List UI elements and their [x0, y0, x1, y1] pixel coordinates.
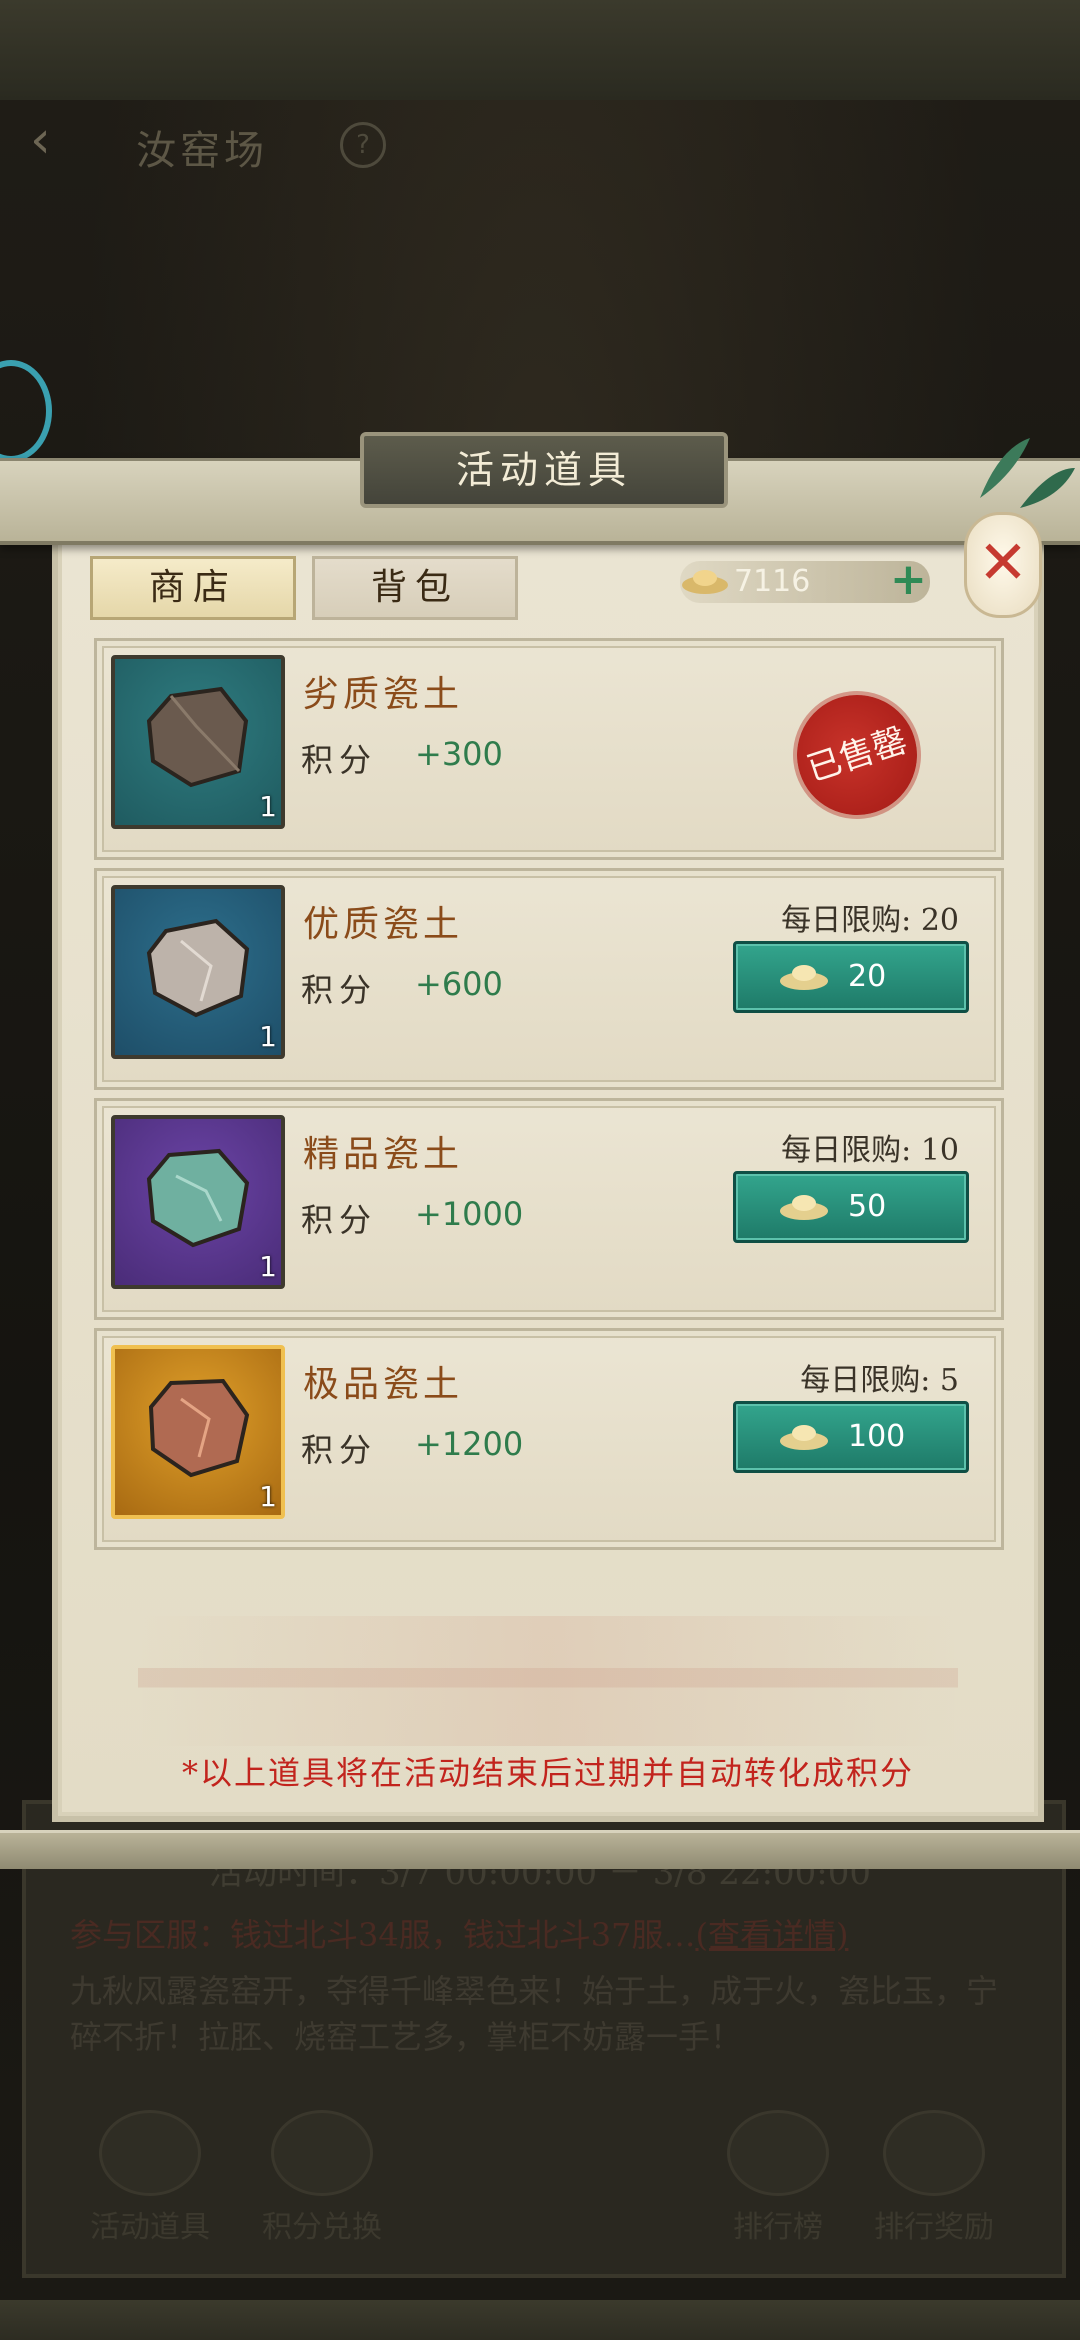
- item-name: 优质瓷土: [303, 904, 464, 945]
- item-quantity: 1: [259, 1480, 277, 1513]
- clay-rock-icon: [146, 686, 249, 788]
- daily-limit: 每日限购: 20: [781, 903, 959, 938]
- close-button[interactable]: ✕: [964, 512, 1042, 618]
- scroll-icon: [727, 2110, 829, 2196]
- clay-rock-icon: [146, 918, 250, 1018]
- item-name: 极品瓷土: [303, 1364, 464, 1405]
- currency-display: 7116 +: [680, 557, 930, 603]
- daily-limit: 每日限购: 5: [800, 1363, 959, 1398]
- buy-price: 20: [848, 959, 887, 994]
- tab-shop[interactable]: 商店: [90, 556, 296, 620]
- buy-button[interactable]: 20: [733, 941, 969, 1013]
- modal-title: 活动道具: [360, 432, 728, 508]
- back-arrow-icon[interactable]: ‹: [30, 114, 74, 166]
- item-thumbnail[interactable]: 1: [111, 1115, 285, 1289]
- servers-text: 参与区服：钱过北斗34服，钱过北斗37服…: [70, 1916, 696, 1954]
- item-name: 劣质瓷土: [303, 674, 464, 715]
- clay-rock-icon: [146, 1148, 250, 1248]
- shop-item-card: 1 精品瓷土 积分 +1000 每日限购: 10 50: [94, 1098, 1004, 1320]
- daily-limit: 每日限购: 10: [781, 1133, 959, 1168]
- shop-item-card: 1 极品瓷土 积分 +1200 每日限购: 5 100: [94, 1328, 1004, 1550]
- points-value: +1000: [415, 1195, 524, 1233]
- rank-rewards-button[interactable]: 排行奖励: [864, 2110, 1004, 2246]
- modal-bottom-bar: [0, 1830, 1080, 1869]
- leaderboard-label: 排行榜: [733, 2210, 823, 2245]
- view-details-link[interactable]: (查看详情): [695, 1916, 848, 1954]
- item-quantity: 1: [259, 1250, 277, 1283]
- reward-icon: [883, 2110, 985, 2196]
- item-quantity: 1: [259, 790, 277, 823]
- item-name: 精品瓷土: [303, 1134, 464, 1175]
- points-value: +1200: [415, 1425, 524, 1463]
- fan-icon: [99, 2110, 201, 2196]
- shop-item-card: 1 劣质瓷土 积分 +300 已售罄: [94, 638, 1004, 860]
- leaderboard-button[interactable]: 排行榜: [708, 2110, 848, 2246]
- bottom-scenery: [0, 2300, 1080, 2340]
- points-value: +300: [415, 735, 503, 773]
- gold-ingot-icon: [780, 965, 828, 990]
- currency-amount: 7116: [734, 564, 811, 599]
- activity-description: 九秋风露瓷窑开，夺得千峰翠色来！始于土，成于火，瓷比玉，宁碎不折！拉胚、烧窑工艺…: [70, 1972, 999, 2056]
- gold-ingot-icon: [682, 570, 728, 594]
- shop-item-card: 1 优质瓷土 积分 +600 每日限购: 20 20: [94, 868, 1004, 1090]
- points-value: +600: [415, 965, 503, 1003]
- gold-ingot-icon: [780, 1425, 828, 1450]
- exchange-icon: [271, 2110, 373, 2196]
- activity-items-button[interactable]: 活动道具: [80, 2110, 220, 2246]
- points-label: 积分: [301, 741, 378, 779]
- participating-servers: 参与区服：钱过北斗34服，钱过北斗37服…(查看详情): [70, 1910, 848, 1956]
- points-exchange-button[interactable]: 积分兑换: [252, 2110, 392, 2246]
- page-title: 汝窑场: [136, 128, 268, 174]
- item-thumbnail[interactable]: 1: [111, 655, 285, 829]
- expiry-footnote: *以上道具将在活动结束后过期并自动转化成积分: [181, 1754, 914, 1792]
- points-label: 积分: [301, 971, 378, 1009]
- item-thumbnail[interactable]: 1: [111, 1345, 285, 1519]
- buy-button[interactable]: 100: [733, 1401, 969, 1473]
- add-currency-icon[interactable]: +: [890, 557, 927, 603]
- activity-items-label: 活动道具: [90, 2210, 210, 2245]
- clay-rock-icon: [148, 1378, 250, 1478]
- top-scenery: [0, 0, 1080, 102]
- buy-button[interactable]: 50: [733, 1171, 969, 1243]
- temple-watermark: [138, 1616, 958, 1746]
- buy-price: 100: [848, 1419, 906, 1454]
- help-icon[interactable]: ?: [340, 122, 386, 168]
- item-quantity: 1: [259, 1020, 277, 1053]
- points-exchange-label: 积分兑换: [262, 2210, 382, 2245]
- sold-out-stamp: 已售罄: [781, 679, 933, 831]
- tab-backpack[interactable]: 背包: [312, 556, 518, 620]
- buy-price: 50: [848, 1189, 887, 1224]
- leaves-icon: [980, 438, 1075, 508]
- points-label: 积分: [301, 1431, 378, 1469]
- rank-rewards-label: 排行奖励: [874, 2210, 994, 2245]
- gold-ingot-icon: [780, 1195, 828, 1220]
- item-thumbnail[interactable]: 1: [111, 885, 285, 1059]
- points-label: 积分: [301, 1201, 378, 1239]
